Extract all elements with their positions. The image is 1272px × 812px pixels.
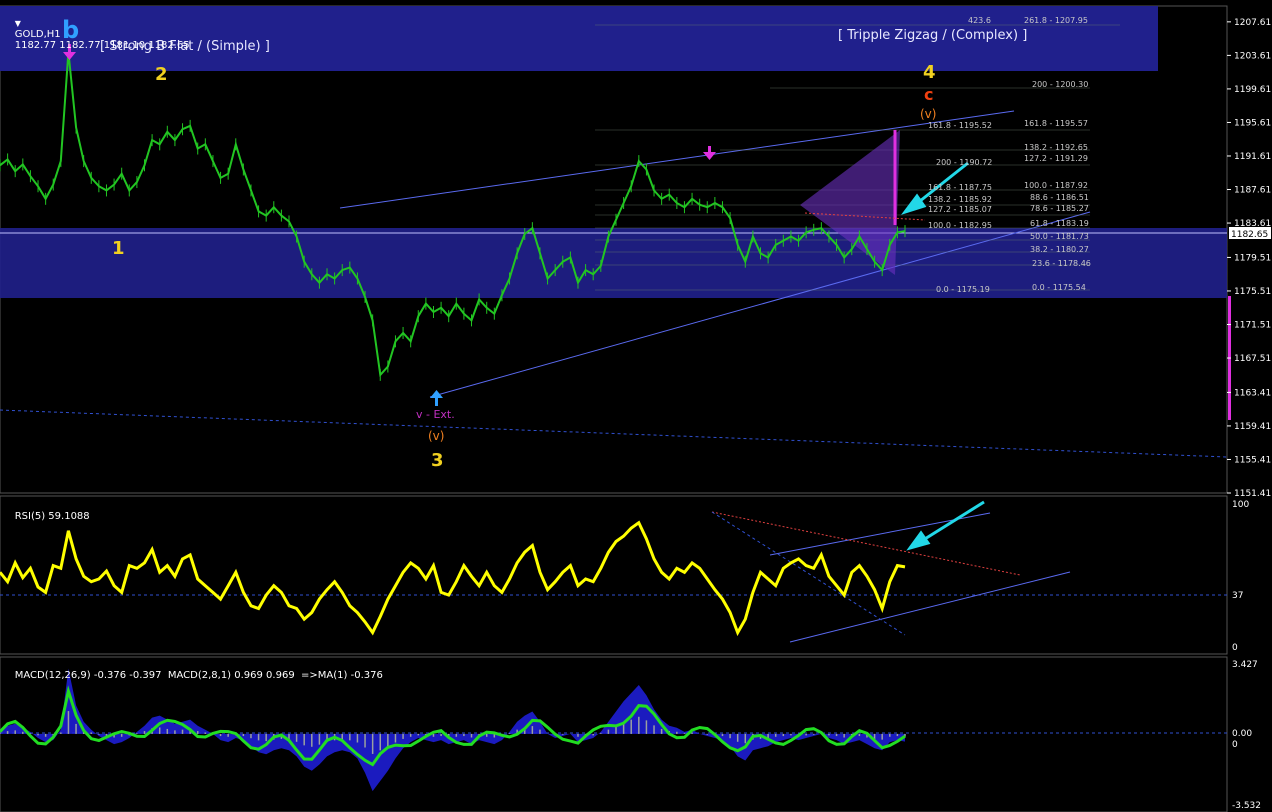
rsi-panel-frame [0, 495, 1228, 655]
fib-label: 161.8 - 1187.75 [928, 183, 992, 192]
price-axis-label: 1163.41 [1234, 388, 1271, 398]
price-axis-label: 1207.61 [1234, 18, 1271, 28]
fib-label: 61.8 - 1183.19 [1030, 219, 1089, 228]
symbol-header: ▼ GOLD,H1 1182.77 1182.77 1181.10 1182.6… [2, 7, 190, 62]
v-paren-label: (v) [428, 429, 444, 443]
fib-label: 138.2 - 1192.65 [1024, 143, 1088, 152]
wave-2-label: 2 [155, 64, 168, 85]
price-axis-label: 1203.61 [1234, 51, 1271, 61]
rsi-label: RSI(5) 59.1088 [14, 511, 90, 522]
fib-label: 0.0 - 1175.54 [1032, 283, 1086, 292]
rsi-red-trend [711, 511, 1021, 576]
long-dotted-trendline [0, 409, 1228, 458]
wave-1-label: 1 [112, 238, 125, 259]
fib-label: 200 - 1190.72 [936, 158, 992, 167]
macd-axis-top: 3.427 [1232, 660, 1258, 670]
macd-signal-line [0, 685, 906, 767]
chart-window: 1207.61 1203.61 1199.61 1195.61 1191.61 1187.… [0, 0, 1272, 812]
triple-zigzag-label: [ Tripple Zigzag / (Complex) ] [838, 28, 1027, 43]
price-axis-label: 1171.51 [1234, 320, 1271, 330]
macd-axis-zero: 0.00 [1232, 729, 1252, 739]
wave-4-label: 4 [923, 62, 936, 83]
price-axis-label: 1167.51 [1234, 354, 1271, 364]
macd-header: MACD(12,26,9) -0.376 -0.397 MACD(2,8,1) … [2, 659, 383, 692]
rsi-blue-diag [711, 511, 906, 636]
price-axis-label: 1175.51 [1234, 287, 1271, 297]
fib-label: 138.2 - 1185.92 [928, 195, 992, 204]
v-ext-label: v - Ext. [416, 408, 455, 421]
macd-label: MACD(12,26,9) -0.376 -0.397 MACD(2,8,1) … [14, 670, 383, 681]
blue-arrow-v [430, 390, 443, 406]
rsi-line [0, 520, 906, 637]
macd-axis-bottom: -3.532 [1232, 801, 1261, 811]
fib-label: 200 - 1200.30 [1032, 80, 1088, 89]
magenta-arrow-iii [703, 146, 716, 160]
price-axis: 1207.61 1203.61 1199.61 1195.61 1191.61 1187.… [1227, 18, 1271, 499]
ohlc-label: 1182.77 1182.77 1181.10 1182.65 [14, 40, 190, 51]
rsi-axis-100: 100 [1232, 500, 1249, 510]
fib-label: 23.6 - 1178.46 [1032, 259, 1091, 268]
fib-label: 88.6 - 1186.51 [1030, 193, 1089, 202]
price-axis-label: 1195.61 [1234, 118, 1271, 128]
wave-3-label: 3 [431, 450, 444, 471]
fib-label: 127.2 - 1191.29 [1024, 154, 1088, 163]
symbol-label: GOLD,H1 [14, 29, 61, 40]
fib-label: 161.8 - 1195.57 [1024, 119, 1088, 128]
current-price-tag: 1182.65 [1229, 227, 1271, 240]
price-axis-label: 1191.61 [1234, 152, 1271, 162]
rsi-axis-0: 0 [1232, 643, 1238, 653]
price-axis-label: 1155.41 [1234, 455, 1271, 465]
fib-label: 161.8 - 1195.52 [928, 121, 992, 130]
wave-v-top-label: (v) [920, 107, 936, 121]
fib-label: 423.6 [968, 16, 991, 25]
fib-label: 50.0 - 1181.73 [1030, 232, 1089, 241]
fib-label: 127.2 - 1185.07 [928, 205, 992, 214]
macd-axis-zero2: 0 [1232, 740, 1238, 750]
rsi-channel-lower [789, 571, 1071, 643]
price-axis-label: 1179.51 [1234, 253, 1271, 263]
rsi-axis-37: 37 [1232, 591, 1243, 601]
dropdown-icon[interactable]: ▼ [15, 19, 21, 28]
rsi-header: RSI(5) 59.1088 [2, 500, 90, 533]
fib-label: 0.0 - 1175.19 [936, 285, 990, 294]
price-axis-label: 1151.41 [1234, 489, 1271, 499]
current-price-label: 1182.65 [1231, 230, 1268, 240]
rsi-series [0, 520, 906, 637]
price-line [0, 51, 906, 378]
price-series [0, 46, 906, 381]
fib-label: 78.6 - 1185.27 [1030, 204, 1089, 213]
fib-label: 38.2 - 1180.27 [1030, 245, 1089, 254]
wave-c-top-label: c [924, 85, 933, 104]
price-axis-label: 1187.61 [1234, 186, 1271, 196]
price-axis-label: 1159.41 [1234, 422, 1271, 432]
fib-label: 100.0 - 1182.95 [928, 221, 992, 230]
fib-label: 100.0 - 1187.92 [1024, 181, 1088, 190]
fib-label: 261.8 - 1207.95 [1024, 16, 1088, 25]
price-axis-label: 1199.61 [1234, 85, 1271, 95]
cyan-arrow-rsi [906, 500, 985, 551]
channel-upper [339, 110, 1015, 209]
